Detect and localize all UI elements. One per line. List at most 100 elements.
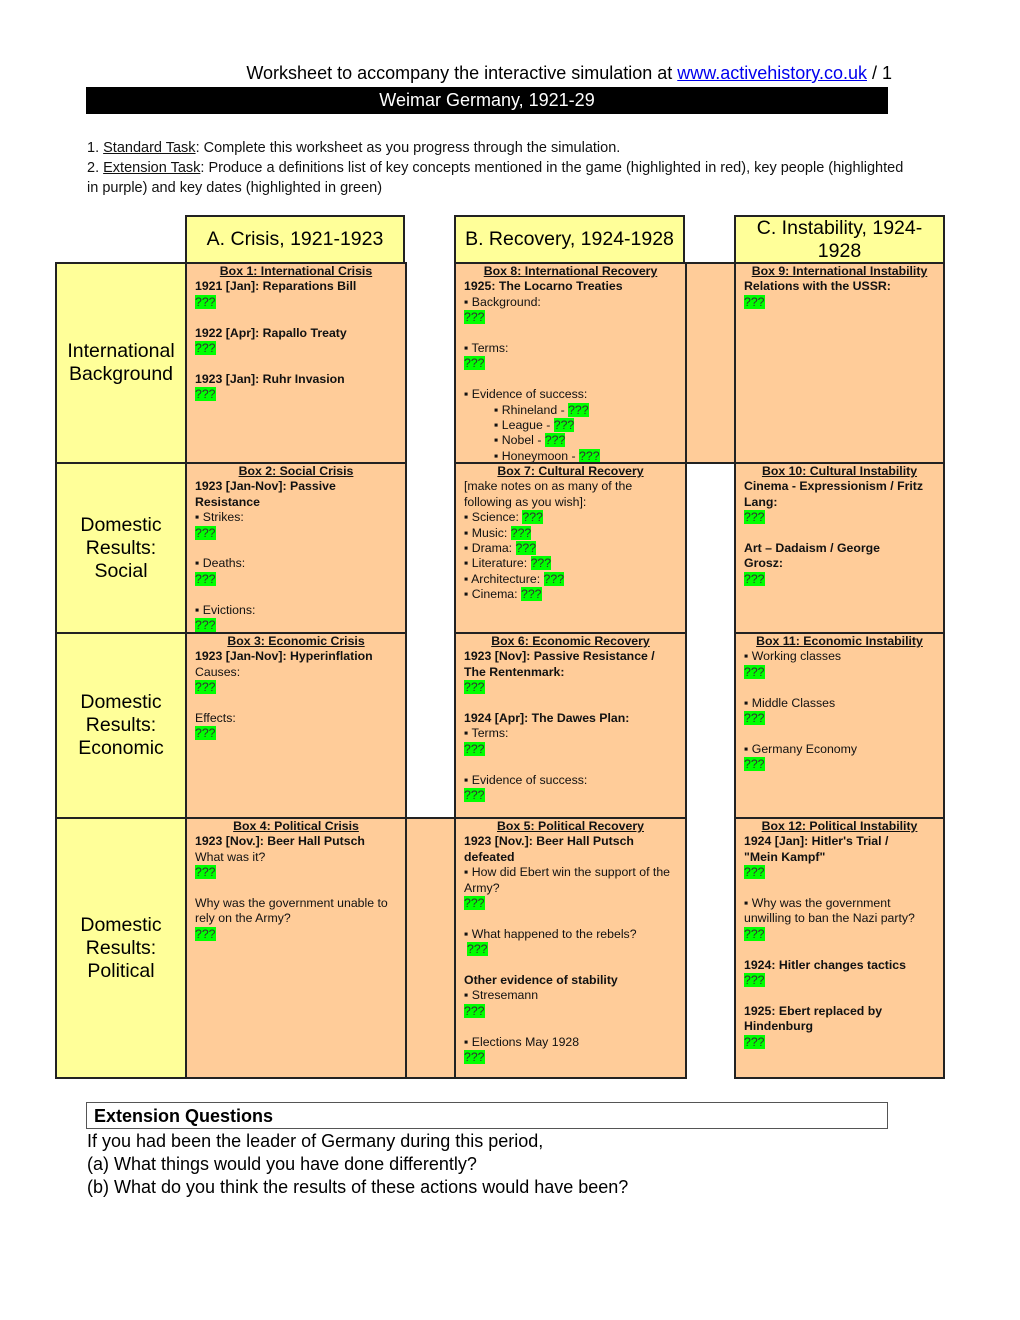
row-label-text: Domestic Results: Political: [80, 913, 162, 982]
prompt: ▪ Deaths:: [195, 556, 246, 571]
answer-field[interactable]: ???: [195, 680, 216, 695]
prompt: ▪ Working classes: [744, 649, 842, 664]
prompt: ▪ How did Ebert win the support of the A…: [464, 865, 671, 895]
box-title: Box 2: Social Crisis: [238, 464, 354, 478]
event-heading: Art – Dadaism / George Grosz:: [744, 541, 880, 571]
answer-field[interactable]: ???: [195, 571, 216, 586]
event-heading: 1923 [Jan]: Ruhr Invasion: [195, 371, 345, 386]
row-label-economic: Domestic Results: Economic: [55, 632, 187, 819]
box-12-political-instability: Box 12: Political Instability 1924 [Jan]…: [734, 817, 945, 1079]
answer-field[interactable]: ???: [744, 510, 765, 525]
answer-field[interactable]: ???: [744, 571, 765, 586]
answer-field[interactable]: ???: [744, 926, 765, 941]
prompt: ▪ Evidence of success:: [464, 772, 588, 787]
answer-field[interactable]: ???: [195, 726, 216, 741]
answer-field[interactable]: ???: [464, 1050, 485, 1065]
box-title: Box 6: Economic Recovery: [491, 634, 650, 648]
answer-field[interactable]: ???: [744, 973, 765, 988]
answer-field[interactable]: ???: [464, 310, 485, 325]
prompt: ▪ Honeymoon -: [494, 448, 580, 463]
answer-field[interactable]: ???: [515, 541, 537, 556]
extension-question-a: (a) What things would you have done diff…: [87, 1154, 477, 1174]
prompt: Causes:: [195, 664, 241, 679]
answer-field[interactable]: ???: [464, 788, 485, 803]
answer-field[interactable]: ???: [464, 896, 485, 911]
answer-field[interactable]: ???: [568, 402, 589, 417]
box-1-international-crisis: Box 1: International Crisis 1921 [Jan]: …: [185, 262, 407, 464]
answer-field[interactable]: ???: [744, 865, 765, 880]
answer-field[interactable]: ???: [553, 418, 575, 433]
prompt: ▪ Drama:: [464, 541, 516, 556]
column-header-instability: C. Instability, 1924-1928: [734, 215, 945, 264]
answer-field[interactable]: ???: [464, 680, 485, 695]
box-title: Box 4: Political Crisis: [233, 819, 359, 833]
box-2-social-crisis: Box 2: Social Crisis 1923 [Jan-Nov]: Pas…: [185, 462, 407, 634]
answer-field[interactable]: ???: [510, 525, 532, 540]
event-heading: 1922 [Apr]: Rapallo Treaty: [195, 325, 347, 340]
answer-field[interactable]: ???: [543, 571, 565, 586]
prompt: ▪ Evictions:: [195, 602, 256, 617]
prompt: ▪ Terms:: [464, 726, 509, 741]
prompt: ▪ Architecture:: [464, 571, 544, 586]
column-header-text: B. Recovery, 1924-1928: [465, 228, 674, 250]
extension-task: 2. Extension Task: Produce a definitions…: [87, 158, 907, 198]
prompt: Effects:: [195, 711, 236, 726]
activehistory-link[interactable]: www.activehistory.co.uk: [677, 63, 867, 83]
answer-field[interactable]: ???: [464, 741, 485, 756]
answer-field[interactable]: ???: [464, 356, 485, 371]
answer-field[interactable]: ???: [744, 711, 765, 726]
answer-field[interactable]: ???: [195, 387, 216, 402]
page-number: / 1: [866, 63, 892, 83]
box-9-international-instability: Box 9: International Instability Relatio…: [734, 262, 945, 464]
prompt: ▪ Stresemann: [464, 988, 539, 1003]
answer-field[interactable]: ???: [195, 525, 216, 540]
empty-cell: [405, 817, 456, 1079]
task-label: Standard Task: [103, 140, 196, 156]
prompt: ▪ Germany Economy: [744, 741, 858, 756]
worksheet-header-line: Worksheet to accompany the interactive s…: [80, 61, 892, 85]
prompt: ▪ Strikes:: [195, 510, 244, 525]
answer-field[interactable]: ???: [195, 294, 216, 309]
prompt: ▪ Literature:: [464, 556, 531, 571]
box-title: Box 3: Economic Crisis: [227, 634, 365, 648]
prompt: ▪ Background:: [464, 294, 541, 309]
prompt: ▪ Cinema:: [464, 587, 521, 602]
answer-field[interactable]: ???: [195, 926, 216, 941]
row-label-political: Domestic Results: Political: [55, 817, 187, 1079]
extension-questions: If you had been the leader of Germany du…: [87, 1130, 907, 1199]
task-text: : Produce a definitions list of key conc…: [87, 160, 904, 196]
answer-field[interactable]: ???: [195, 341, 216, 356]
prompt: ▪ Nobel -: [494, 433, 545, 448]
answer-field[interactable]: ???: [744, 757, 765, 772]
row-label-text: International Background: [67, 340, 175, 385]
page-title: Weimar Germany, 1921-29: [86, 87, 888, 114]
answer-field[interactable]: ???: [744, 294, 765, 309]
answer-field[interactable]: ???: [744, 664, 765, 679]
event-heading: 1924 [Apr]: The Dawes Plan:: [464, 711, 630, 726]
box-10-cultural-instability: Box 10: Cultural Instability Cinema - Ex…: [734, 462, 945, 634]
event-heading: 1924 [Jan]: Hitler's Trial / "Mein Kampf…: [744, 834, 889, 864]
event-heading: Cinema - Expressionism / Fritz Lang:: [744, 479, 924, 509]
prompt: ▪ Music:: [464, 525, 511, 540]
instructions: [make notes on as many of the following …: [464, 479, 633, 509]
row-label-text: Domestic Results: Social: [80, 513, 162, 582]
answer-field[interactable]: ???: [195, 865, 216, 880]
event-heading: 1923 [Nov.]: Beer Hall Putsch defeated: [464, 834, 634, 864]
answer-field[interactable]: ???: [195, 618, 216, 633]
prompt: ▪ Terms:: [464, 341, 509, 356]
answer-field[interactable]: ???: [522, 510, 543, 525]
column-header-text: A. Crisis, 1921-1923: [206, 228, 384, 250]
answer-field[interactable]: ???: [744, 1034, 765, 1049]
answer-field[interactable]: ???: [530, 556, 552, 571]
extension-questions-heading: Extension Questions: [86, 1102, 888, 1129]
row-label-international: International Background: [55, 262, 187, 464]
answer-field[interactable]: ???: [579, 448, 600, 463]
answer-field[interactable]: ???: [520, 587, 542, 602]
answer-field[interactable]: ???: [467, 942, 488, 957]
event-heading: Relations with the USSR:: [744, 279, 891, 294]
answer-field[interactable]: ???: [464, 1003, 485, 1018]
extension-intro: If you had been the leader of Germany du…: [87, 1131, 544, 1151]
header-prefix: Worksheet to accompany the interactive s…: [246, 63, 678, 83]
answer-field[interactable]: ???: [544, 433, 566, 448]
standard-task: 1. Standard Task: Complete this workshee…: [87, 138, 907, 158]
